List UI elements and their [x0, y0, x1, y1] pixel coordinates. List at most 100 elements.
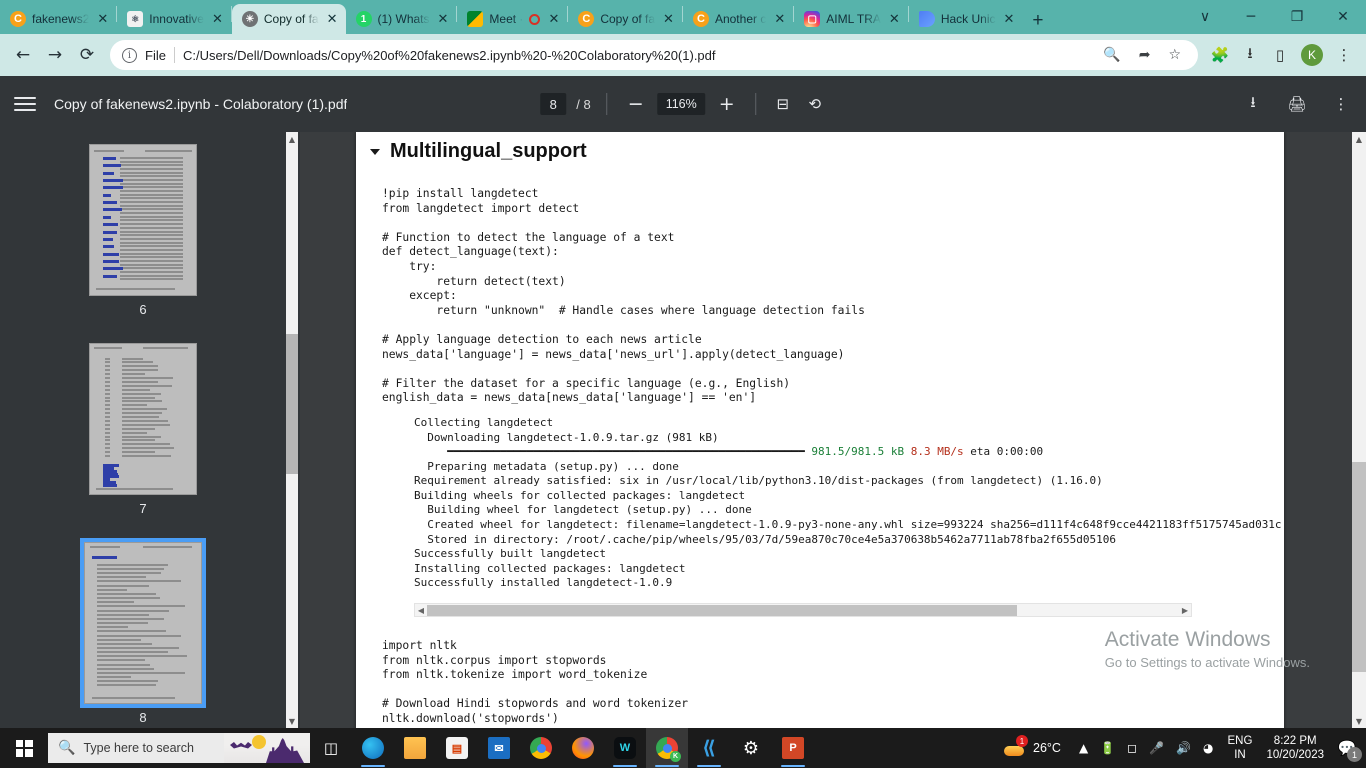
zoom-in-button[interactable]: +: [715, 95, 739, 114]
download-icon[interactable]: ⭳: [1242, 93, 1264, 115]
wifi-icon[interactable]: ◕: [1197, 741, 1219, 755]
clock[interactable]: 8:22 PM 10/20/2023: [1260, 734, 1330, 762]
output-scrollbar-thumb[interactable]: [427, 605, 1017, 616]
output-line: Collecting langdetect: [414, 416, 1284, 431]
viewer-scrollbar-thumb[interactable]: [1352, 462, 1366, 672]
whatsapp-icon: 1: [356, 11, 372, 27]
more-options-icon[interactable]: ⋮: [1330, 93, 1352, 115]
chrome-profile-icon[interactable]: K: [646, 728, 688, 768]
tab-title: Another c: [715, 12, 766, 26]
minimize-button[interactable]: ─: [1228, 4, 1274, 30]
maximize-button[interactable]: ❐: [1274, 4, 1320, 30]
weather-widget[interactable]: 1 26°C: [998, 738, 1073, 758]
thumbnail-item-8-selected[interactable]: 8: [0, 530, 286, 728]
close-icon[interactable]: ✕: [210, 13, 225, 26]
volume-icon[interactable]: 🔊: [1170, 741, 1197, 755]
output-line: Preparing metadata (setup.py) ... done: [414, 460, 1284, 475]
weather-temperature: 26°C: [1033, 741, 1061, 755]
system-tray: 1 26°C ▲ 🔋 ◻ 🎤 🔊 ◕ ENG IN 8:22 PM 10/20/…: [998, 728, 1366, 768]
powerpoint-icon[interactable]: P: [772, 728, 814, 768]
zoom-level-label[interactable]: 116%: [658, 93, 705, 115]
scroll-up-arrow-icon[interactable]: ▲: [286, 132, 298, 146]
back-button[interactable]: ←: [8, 40, 38, 70]
whatsapp-desktop-icon[interactable]: W: [604, 728, 646, 768]
browser-tab-5[interactable]: C Copy of fa ✕: [568, 4, 682, 34]
browser-tab-0[interactable]: C fakenews2 ✕: [0, 4, 116, 34]
scroll-up-arrow-icon[interactable]: ▲: [1352, 132, 1366, 146]
page-total-label: / 8: [576, 97, 590, 112]
sidepanel-icon[interactable]: ▯: [1266, 41, 1294, 69]
scroll-down-arrow-icon[interactable]: ▼: [286, 714, 298, 728]
browser-tab-7[interactable]: ▢ AIML TRA ✕: [794, 4, 908, 34]
settings-icon[interactable]: ⚙: [730, 728, 772, 768]
close-icon[interactable]: ✕: [325, 13, 340, 26]
show-hidden-icons-chevron-up-icon[interactable]: ▲: [1073, 741, 1094, 755]
scroll-left-arrow-icon[interactable]: ◀: [415, 606, 427, 615]
bookmark-star-icon[interactable]: ☆: [1163, 47, 1186, 63]
omnibox[interactable]: i File C:/Users/Dell/Downloads/Copy%20of…: [110, 40, 1198, 70]
rotate-icon[interactable]: ⟲: [804, 93, 826, 115]
start-button[interactable]: [0, 728, 48, 768]
close-icon[interactable]: ✕: [772, 13, 787, 26]
page-thumbnail[interactable]: [89, 144, 197, 296]
close-icon[interactable]: ✕: [887, 13, 902, 26]
coursera-icon: C: [10, 11, 26, 27]
task-view-icon[interactable]: ◫: [310, 728, 352, 768]
battery-icon[interactable]: 🔋: [1094, 741, 1121, 755]
microsoft-store-icon[interactable]: ▤: [436, 728, 478, 768]
mail-icon[interactable]: ✉: [478, 728, 520, 768]
thumbnail-item-7[interactable]: 7: [0, 331, 286, 530]
browser-tab-2-active[interactable]: ☀ Copy of fa ✕: [232, 4, 346, 34]
close-icon[interactable]: ✕: [1002, 13, 1017, 26]
chrome-icon[interactable]: [520, 728, 562, 768]
page-thumbnail[interactable]: [84, 542, 202, 704]
edge-icon[interactable]: [352, 728, 394, 768]
language-indicator[interactable]: ENG IN: [1220, 734, 1261, 762]
progress-eta-text: eta 0:00:00: [964, 445, 1043, 458]
vscode-icon[interactable]: ⟪: [688, 728, 730, 768]
camera-icon[interactable]: ◻: [1121, 741, 1143, 755]
zoom-search-icon[interactable]: 🔍: [1098, 47, 1125, 63]
close-window-button[interactable]: ✕: [1320, 4, 1366, 30]
window-controls: ∨ ─ ❐ ✕: [1182, 4, 1366, 30]
downloads-icon[interactable]: ⭳: [1236, 41, 1264, 69]
microphone-icon[interactable]: 🎤: [1143, 741, 1170, 755]
browser-tab-4[interactable]: Meet · ✕: [457, 4, 567, 34]
firefox-icon[interactable]: [562, 728, 604, 768]
pdf-toolbar: Copy of fakenews2.ipynb - Colaboratory (…: [0, 76, 1366, 132]
browser-tab-8[interactable]: Hack Unic ✕: [909, 4, 1023, 34]
collapse-caret-icon[interactable]: [370, 149, 380, 155]
search-input[interactable]: 🔍 Type here to search: [48, 733, 310, 763]
close-icon[interactable]: ✕: [661, 13, 676, 26]
new-tab-button[interactable]: +: [1022, 11, 1053, 30]
tab-search-chevron-down-icon[interactable]: ∨: [1182, 4, 1228, 30]
close-icon[interactable]: ✕: [436, 13, 451, 26]
extensions-puzzle-icon[interactable]: 🧩: [1206, 41, 1234, 69]
thumbnail-item-6[interactable]: 6: [0, 132, 286, 331]
avatar[interactable]: K: [1301, 44, 1323, 66]
page-number-input[interactable]: [540, 93, 566, 115]
forward-button[interactable]: →: [40, 40, 70, 70]
browser-tab-1[interactable]: ⚛ Innovative ✕: [117, 4, 231, 34]
output-line: Installing collected packages: langdetec…: [414, 562, 1284, 577]
action-center-button[interactable]: 💬 1: [1330, 728, 1364, 768]
scroll-right-arrow-icon[interactable]: ▶: [1179, 606, 1191, 615]
output-horizontal-scrollbar[interactable]: ◀ ▶: [414, 603, 1192, 617]
browser-tab-6[interactable]: C Another c ✕: [683, 4, 793, 34]
page-info-icon[interactable]: i: [122, 48, 137, 63]
sidebar-scrollbar-thumb[interactable]: [286, 334, 298, 474]
chrome-menu-icon[interactable]: ⋮: [1330, 41, 1358, 69]
zoom-out-button[interactable]: −: [624, 95, 648, 114]
close-icon[interactable]: ✕: [95, 13, 110, 26]
print-icon[interactable]: 🖨: [1286, 93, 1308, 115]
share-icon[interactable]: ➦: [1134, 47, 1156, 63]
browser-tab-3[interactable]: 1 (1) Whats ✕: [346, 4, 457, 34]
tab-title: Copy of fa: [264, 12, 319, 26]
file-explorer-icon[interactable]: [394, 728, 436, 768]
page-thumbnail[interactable]: [89, 343, 197, 495]
fit-page-icon[interactable]: ⊟: [772, 93, 794, 115]
scroll-down-arrow-icon[interactable]: ▼: [1352, 714, 1366, 728]
reload-button[interactable]: ⟳: [72, 40, 102, 70]
close-icon[interactable]: ✕: [546, 13, 561, 26]
sidebar-toggle-hamburger-icon[interactable]: [14, 97, 36, 111]
